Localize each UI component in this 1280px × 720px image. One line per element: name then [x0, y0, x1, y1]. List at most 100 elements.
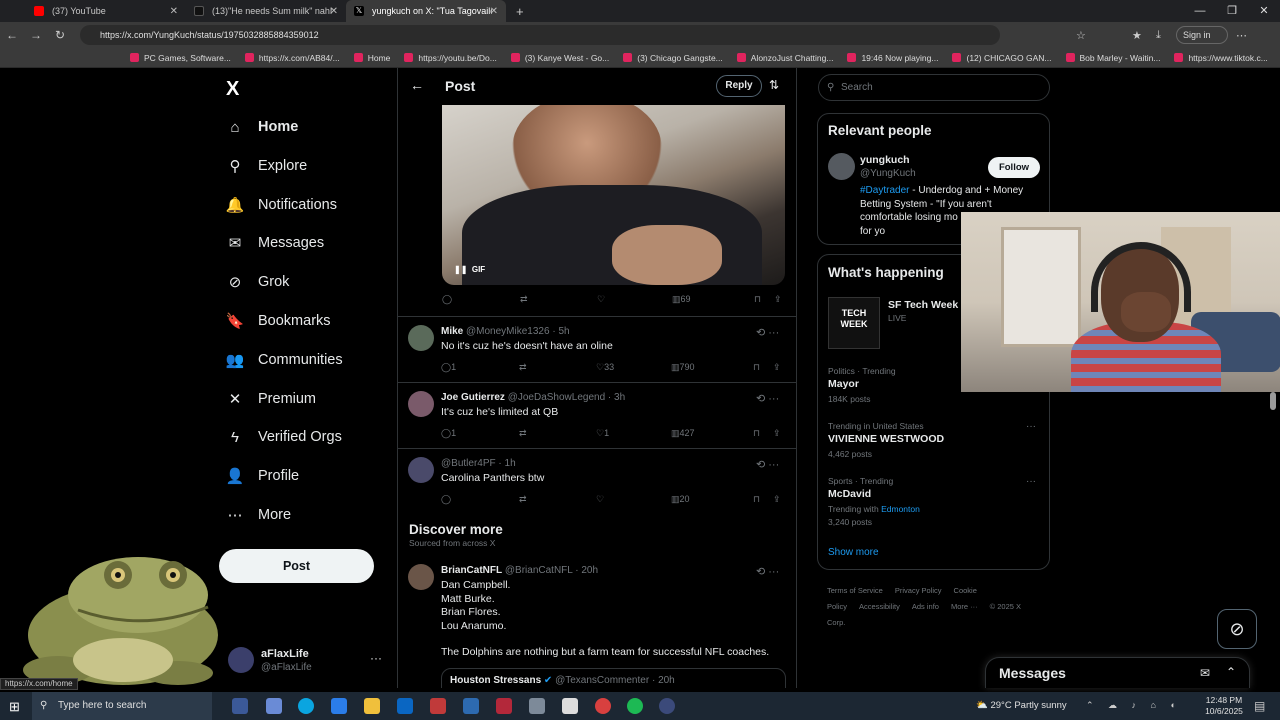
follow-button[interactable]: Follow: [988, 157, 1040, 178]
bookmark-item[interactable]: https://x.com/AB84/...: [244, 53, 340, 63]
like-icon[interactable]: ♡: [597, 294, 605, 305]
weather-widget[interactable]: ⛅ 29°C Partly sunny: [976, 692, 1067, 720]
sidebar-item-messages[interactable]: ✉ Messages: [226, 228, 324, 258]
share-icon[interactable]: ⇪: [773, 494, 781, 505]
expand-icon[interactable]: ⌃: [1226, 665, 1236, 679]
scrollbar-thumb[interactable]: [1270, 392, 1276, 410]
footer-link[interactable]: Ads info: [912, 602, 939, 611]
bookmark-item[interactable]: (12) CHICAGO GAN...: [952, 53, 1052, 63]
more-options-icon[interactable]: ···: [1026, 476, 1036, 487]
sidebar-item-more[interactable]: ⋯ More: [226, 500, 292, 530]
filter-icon[interactable]: ⇅: [769, 78, 779, 92]
messages-drawer[interactable]: Messages ✉ ⌃: [985, 657, 1250, 688]
close-tab-icon[interactable]: ✕: [330, 6, 338, 17]
app-icon[interactable]: [463, 698, 479, 714]
bookmark-item[interactable]: AlonzoJust Chatting...: [736, 53, 833, 63]
sidebar-item-explore[interactable]: ⚲ Explore: [226, 151, 308, 181]
taskbar-search[interactable]: ⚲ Type here to search: [32, 692, 212, 720]
tab-x-post[interactable]: 𝕏 yungkuch on X: "Tua Tagovailoa w ✕: [346, 0, 506, 22]
reply-button[interactable]: Reply: [716, 75, 762, 97]
reply-icon[interactable]: ◯ 1: [441, 362, 456, 373]
close-tab-icon[interactable]: ✕: [170, 6, 178, 17]
tab-tiktok[interactable]: (13)"He needs Sum milk" nahh I'm ✕: [186, 0, 346, 22]
sidebar-item-notifications[interactable]: 🔔 Notifications: [226, 190, 337, 220]
bookmark-icon[interactable]: ⊓: [753, 494, 760, 505]
grok-fab-icon[interactable]: ⊘: [1217, 609, 1257, 649]
reply-post[interactable]: Mike @MoneyMike1326 · 5h ⟲ ··· No it's cuz…: [398, 316, 796, 382]
sidebar-item-premium[interactable]: ✕ Premium: [226, 384, 316, 414]
sign-in-button[interactable]: Sign in: [1176, 26, 1228, 44]
bookmark-icon[interactable]: ⊓: [753, 362, 760, 373]
like-icon[interactable]: ♡ 1: [596, 428, 609, 439]
repost-icon[interactable]: ⇄: [519, 494, 527, 505]
footer-link[interactable]: Privacy Policy: [895, 586, 942, 595]
footer-link[interactable]: Terms of Service: [827, 586, 883, 595]
bookmark-item[interactable]: https://youtu.be/Do...: [404, 53, 497, 63]
trend-name[interactable]: McDavid: [828, 488, 871, 500]
discover-post[interactable]: BrianCatNFL @BrianCatNFL · 20h ⟲ ··· Dan…: [398, 556, 796, 688]
outlook-icon[interactable]: [397, 698, 413, 714]
more-options-icon[interactable]: ⟲ ···: [756, 565, 779, 578]
search-input[interactable]: ⚲ Search: [818, 74, 1050, 101]
download-icon[interactable]: ⤓: [1156, 29, 1161, 42]
app-icon[interactable]: [659, 698, 675, 714]
bookmark-item[interactable]: 19:46 Now playing...: [847, 53, 938, 63]
app-icon[interactable]: [430, 698, 446, 714]
person-name[interactable]: yungkuch: [860, 154, 910, 166]
repost-icon[interactable]: ⇄: [520, 294, 528, 305]
app-icon[interactable]: [595, 698, 611, 714]
app-icon[interactable]: [529, 698, 545, 714]
post-button[interactable]: Post: [219, 549, 374, 583]
close-tab-icon[interactable]: ✕: [490, 6, 498, 17]
sidebar-item-verified-orgs[interactable]: ϟ Verified Orgs: [226, 422, 342, 452]
more-options-icon[interactable]: ···: [1026, 421, 1036, 432]
show-more-link[interactable]: Show more: [828, 547, 879, 558]
more-options-icon[interactable]: ⟲ ···: [756, 458, 779, 471]
views-icon[interactable]: ▥ 20: [671, 494, 690, 505]
repost-icon[interactable]: ⇄: [519, 362, 527, 373]
copilot-icon[interactable]: [266, 698, 282, 714]
app-icon[interactable]: [562, 698, 578, 714]
bookmark-item[interactable]: https://www.tiktok.c...: [1174, 53, 1268, 63]
like-icon[interactable]: ♡: [596, 494, 604, 505]
store-icon[interactable]: [331, 698, 347, 714]
browser-menu-icon[interactable]: ⋯: [1236, 29, 1247, 42]
windows-start-icon[interactable]: ⊞: [9, 699, 20, 715]
share-icon[interactable]: ⇪: [773, 362, 781, 373]
sidebar-item-home[interactable]: ⌂ Home: [226, 112, 298, 142]
footer-link[interactable]: Accessibility: [859, 602, 900, 611]
notification-icon[interactable]: ▤: [1254, 699, 1265, 713]
sidebar-item-profile[interactable]: 👤 Profile: [226, 461, 299, 491]
bookmark-item[interactable]: Home: [353, 53, 390, 63]
reply-post[interactable]: @Butler4PF · 1h ⟲ ··· Carolina Panthers bt…: [398, 448, 796, 514]
close-window-icon[interactable]: ✕: [1248, 0, 1280, 22]
pause-icon[interactable]: ❚❚: [454, 265, 467, 274]
refresh-icon[interactable]: ↻: [48, 28, 72, 42]
bookmark-item[interactable]: (3) Chicago Gangste...: [623, 53, 723, 63]
minimize-icon[interactable]: —: [1184, 0, 1216, 22]
trend-name[interactable]: VIVIENNE WESTWOOD: [828, 433, 944, 445]
bookmark-icon[interactable]: ⊓: [753, 428, 760, 439]
share-icon[interactable]: ⇪: [774, 294, 782, 305]
favorites-icon[interactable]: ★: [1132, 29, 1142, 42]
reply-icon[interactable]: ◯: [441, 494, 451, 505]
forward-icon[interactable]: →: [24, 28, 48, 42]
reply-post[interactable]: Joe Gutierrez @JoeDaShowLegend · 3h ⟲ ···…: [398, 382, 796, 448]
maximize-icon[interactable]: ❐: [1216, 0, 1248, 22]
file-explorer-icon[interactable]: [364, 698, 380, 714]
app-icon[interactable]: [496, 698, 512, 714]
back-icon[interactable]: ←: [0, 28, 24, 42]
quoted-post[interactable]: Houston Stressans ✔ @TexansCommenter · 2…: [441, 668, 786, 688]
bio-hashtag[interactable]: #Daytrader: [860, 185, 909, 196]
more-options-icon[interactable]: ⟲ ···: [756, 326, 779, 339]
gif-media[interactable]: ❚❚ GIF: [442, 105, 785, 285]
share-icon[interactable]: ⇪: [773, 428, 781, 439]
task-view-icon[interactable]: [232, 698, 248, 714]
sidebar-item-bookmarks[interactable]: 🔖 Bookmarks: [226, 306, 331, 336]
views-icon[interactable]: ▥ 427: [671, 428, 695, 439]
bookmark-item[interactable]: Bob Marley - Waitin...: [1065, 53, 1160, 63]
spotify-icon[interactable]: [627, 698, 643, 714]
event-name[interactable]: SF Tech Week 2: [888, 299, 967, 311]
more-options-icon[interactable]: ···: [370, 651, 382, 665]
edge-icon[interactable]: [298, 698, 314, 714]
